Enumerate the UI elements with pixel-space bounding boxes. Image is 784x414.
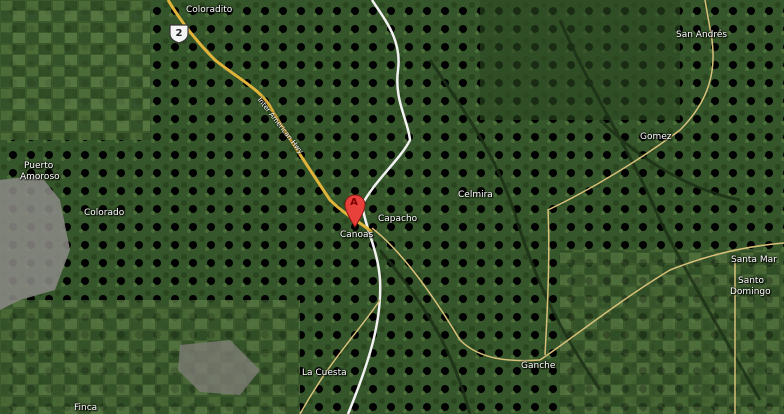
place-san-andres: San Andrés — [676, 30, 728, 40]
place-capacho: Capacho — [378, 214, 418, 224]
place-ganche: Ganche — [521, 361, 556, 371]
place-gomez: Gomez — [640, 132, 672, 142]
place-santo-domingo-line1: Santo — [738, 276, 764, 286]
place-la-cuesta: La Cuesta — [302, 368, 347, 378]
marker-letter: A — [350, 197, 358, 208]
place-canoas: Canoas — [340, 230, 374, 240]
place-coloradito: Coloradito — [186, 5, 233, 15]
fields-se — [560, 250, 784, 414]
place-santa-maria: Santa Mar — [731, 255, 777, 265]
highway-shield-number: 2 — [175, 28, 183, 39]
place-finca: Finca — [74, 403, 98, 413]
fields-nw — [0, 0, 150, 140]
fields-sw — [0, 300, 300, 414]
location-marker-a[interactable]: A — [344, 194, 366, 228]
place-puerto-amoroso-line1: Puerto — [24, 161, 54, 171]
satellite-map[interactable]: 2 Inter American Hwy Coloradito San Andr… — [0, 0, 784, 414]
place-celmira: Celmira — [458, 190, 493, 200]
place-santo-domingo-line2: Domingo — [730, 287, 771, 297]
map-imagery — [0, 0, 784, 414]
place-puerto-amoroso-line2: Amoroso — [20, 172, 60, 182]
place-colorado: Colorado — [84, 208, 125, 218]
highway-shield-icon: 2 — [168, 24, 190, 44]
